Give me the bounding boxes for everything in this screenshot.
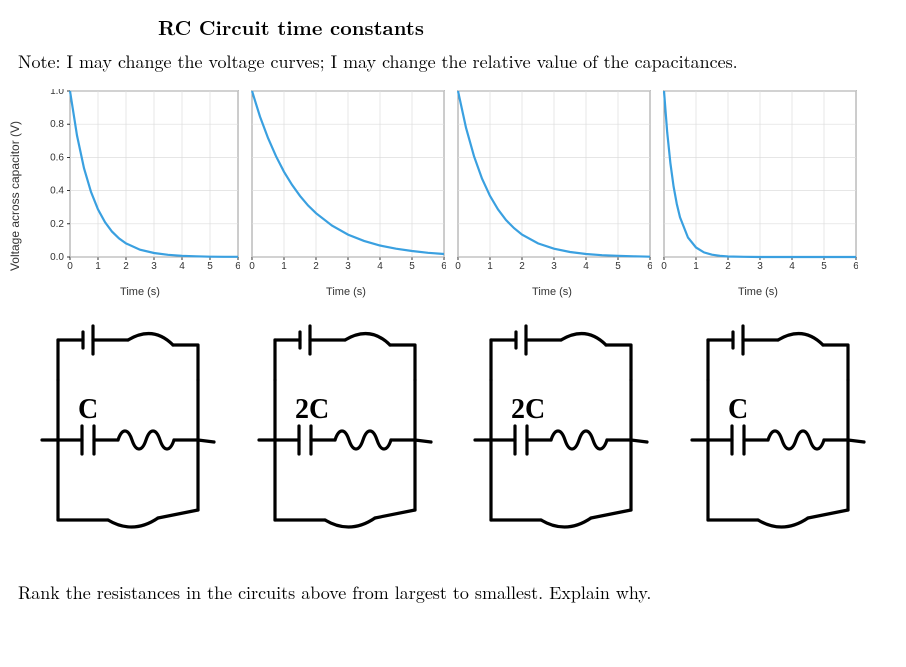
svg-text:0.4: 0.4 xyxy=(50,186,64,197)
svg-text:0.2: 0.2 xyxy=(50,219,64,230)
svg-text:C: C xyxy=(78,394,98,425)
svg-text:2: 2 xyxy=(519,261,525,272)
x-axis-label: Time (s) xyxy=(246,286,446,298)
svg-text:0: 0 xyxy=(249,261,255,272)
svg-text:2: 2 xyxy=(313,261,319,272)
x-axis-label: Time (s) xyxy=(452,286,652,298)
svg-text:4: 4 xyxy=(789,261,795,272)
svg-text:2: 2 xyxy=(725,261,731,272)
page-title: RC Circuit time constants xyxy=(158,12,888,41)
circuit-2: 2C xyxy=(245,320,445,550)
y-axis-label-wrap: Voltage across capacitor (V) xyxy=(18,104,40,294)
svg-text:3: 3 xyxy=(345,261,351,272)
svg-text:4: 4 xyxy=(377,261,383,272)
charts-row: Voltage across capacitor (V) 01234560.00… xyxy=(18,84,888,294)
svg-text:6: 6 xyxy=(647,261,652,272)
svg-text:0.6: 0.6 xyxy=(50,152,64,163)
y-axis-label: Voltage across capacitor (V) xyxy=(8,121,22,271)
svg-text:1.0: 1.0 xyxy=(50,89,64,97)
x-axis-label: Time (s) xyxy=(658,286,858,298)
chart-3: 0123456Time (s) xyxy=(452,89,652,294)
svg-text:C: C xyxy=(728,394,748,425)
svg-text:1: 1 xyxy=(281,261,287,272)
circuit-3: 2C xyxy=(461,320,661,550)
svg-text:0: 0 xyxy=(661,261,667,272)
svg-text:6: 6 xyxy=(235,261,240,272)
svg-text:2C: 2C xyxy=(295,394,329,425)
question-text: Rank the resistances in the circuits abo… xyxy=(18,580,888,605)
svg-text:2C: 2C xyxy=(511,394,545,425)
svg-text:0: 0 xyxy=(455,261,461,272)
circuits-row: C 2C 2C C xyxy=(18,320,888,550)
svg-text:6: 6 xyxy=(853,261,858,272)
svg-text:2: 2 xyxy=(123,261,129,272)
svg-text:3: 3 xyxy=(757,261,763,272)
chart-2: 0123456Time (s) xyxy=(246,89,446,294)
svg-text:3: 3 xyxy=(151,261,157,272)
chart-4: 0123456Time (s) xyxy=(658,89,858,294)
svg-text:5: 5 xyxy=(821,261,827,272)
svg-text:1: 1 xyxy=(95,261,101,272)
svg-text:5: 5 xyxy=(615,261,621,272)
svg-text:0: 0 xyxy=(67,261,73,272)
note-text: Note: I may change the voltage curves; I… xyxy=(18,49,888,74)
chart-1: 01234560.00.20.40.60.81.0Time (s) xyxy=(40,89,240,294)
svg-text:1: 1 xyxy=(693,261,699,272)
svg-text:5: 5 xyxy=(207,261,213,272)
svg-text:1: 1 xyxy=(487,261,493,272)
svg-text:6: 6 xyxy=(441,261,446,272)
svg-text:5: 5 xyxy=(409,261,415,272)
svg-text:0.0: 0.0 xyxy=(50,252,64,263)
svg-text:4: 4 xyxy=(179,261,185,272)
svg-text:4: 4 xyxy=(583,261,589,272)
x-axis-label: Time (s) xyxy=(40,286,240,298)
circuit-4: C xyxy=(678,320,878,550)
circuit-1: C xyxy=(28,320,228,550)
svg-text:3: 3 xyxy=(551,261,557,272)
svg-text:0.8: 0.8 xyxy=(50,119,64,130)
